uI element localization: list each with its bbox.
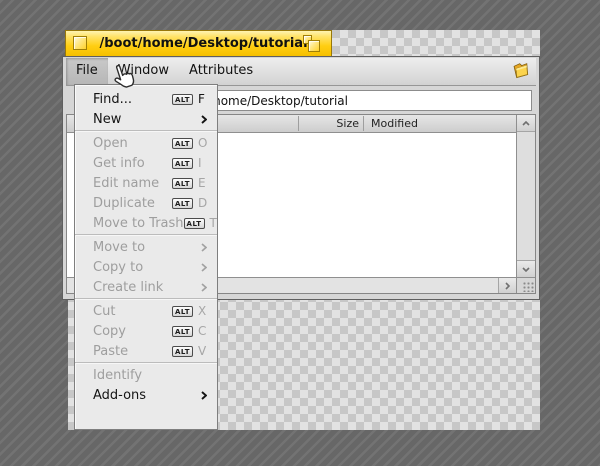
- menu-separator: [75, 362, 217, 364]
- menu-item-label: Add-ons: [93, 388, 201, 403]
- menu-item-file[interactable]: File: [66, 58, 108, 85]
- menu-item-label: Edit name: [93, 176, 172, 191]
- desktop: /boot/home/Desktop/tutorial File Window …: [0, 0, 600, 466]
- column-header-size[interactable]: Size: [299, 117, 365, 130]
- chevron-down-icon: [522, 267, 530, 272]
- scroll-up-button[interactable]: [517, 115, 535, 132]
- menu-item-label: Identify: [93, 368, 209, 383]
- menu-item-edit-name[interactable]: Edit name ALT E: [75, 173, 217, 193]
- submenu-arrow-icon: [201, 391, 207, 400]
- chevron-up-icon: [522, 121, 530, 126]
- folder-icon: [511, 61, 533, 81]
- submenu-arrow-icon: [201, 243, 207, 252]
- menu-item-get-info[interactable]: Get info ALT I: [75, 153, 217, 173]
- menu-item-window[interactable]: Window: [108, 58, 179, 85]
- menu-item-move-to-trash[interactable]: Move to Trash ALT T: [75, 213, 217, 233]
- shortcut-letter: V: [198, 344, 209, 358]
- menu-item-label: Paste: [93, 344, 172, 359]
- alt-key-badge: ALT: [172, 198, 193, 209]
- alt-key-badge: ALT: [172, 138, 193, 149]
- alt-key-badge: ALT: [172, 178, 193, 189]
- menu-item-new[interactable]: New: [75, 109, 217, 129]
- menu-item-find[interactable]: Find... ALT F: [75, 89, 217, 109]
- shortcut-letter: T: [210, 216, 218, 230]
- submenu-arrow-icon: [201, 263, 207, 272]
- menu-item-label: Find...: [93, 92, 172, 107]
- resize-corner[interactable]: [516, 277, 535, 293]
- column-divider[interactable]: [363, 116, 364, 131]
- alt-key-badge: ALT: [172, 94, 193, 105]
- menu-item-label: Copy to: [93, 260, 201, 275]
- zoom-button[interactable]: [303, 35, 323, 53]
- menu-item-label: Get info: [93, 156, 172, 171]
- shortcut-letter: E: [198, 176, 209, 190]
- window-title-tab[interactable]: /boot/home/Desktop/tutorial: [65, 30, 332, 56]
- alt-key-badge: ALT: [184, 218, 205, 229]
- chevron-right-icon: [505, 282, 510, 290]
- menu-separator: [75, 130, 217, 132]
- scroll-right-button[interactable]: [498, 278, 516, 293]
- submenu-arrow-icon: [201, 115, 207, 124]
- shortcut-letter: X: [198, 304, 209, 318]
- menu-item-add-ons[interactable]: Add-ons: [75, 385, 217, 405]
- file-menu: Find... ALT F New Open ALT O Get info AL…: [74, 84, 218, 430]
- menu-item-identify[interactable]: Identify: [75, 365, 217, 385]
- menu-item-open[interactable]: Open ALT O: [75, 133, 217, 153]
- vertical-scrollbar[interactable]: [516, 115, 535, 277]
- menu-item-move-to[interactable]: Move to: [75, 237, 217, 257]
- close-button[interactable]: [73, 36, 87, 50]
- menu-item-create-link[interactable]: Create link: [75, 277, 217, 297]
- menu-item-label: New: [93, 112, 201, 127]
- alt-key-badge: ALT: [172, 306, 193, 317]
- submenu-arrow-icon: [201, 283, 207, 292]
- alt-key-badge: ALT: [172, 346, 193, 357]
- menu-item-label: Move to: [93, 240, 201, 255]
- shortcut-letter: I: [198, 156, 209, 170]
- location-input[interactable]: [173, 90, 532, 111]
- alt-key-badge: ALT: [172, 158, 193, 169]
- menu-item-label: Cut: [93, 304, 172, 319]
- shortcut-letter: O: [198, 136, 209, 150]
- resize-grip-dots: [523, 282, 534, 292]
- menu-item-label: Open: [93, 136, 172, 151]
- menu-item-label: Copy: [93, 324, 172, 339]
- menu-separator: [75, 298, 217, 300]
- menu-separator: [75, 234, 217, 236]
- window-title: /boot/home/Desktop/tutorial: [66, 36, 331, 51]
- menu-item-label: Duplicate: [93, 196, 172, 211]
- menu-item-cut[interactable]: Cut ALT X: [75, 301, 217, 321]
- menu-item-paste[interactable]: Paste ALT V: [75, 341, 217, 361]
- menu-item-label: Create link: [93, 280, 201, 295]
- alt-key-badge: ALT: [172, 326, 193, 337]
- menu-item-label: Move to Trash: [93, 216, 184, 231]
- menu-item-copy[interactable]: Copy ALT C: [75, 321, 217, 341]
- shortcut-letter: C: [198, 324, 209, 338]
- shortcut-letter: D: [198, 196, 209, 210]
- shortcut-letter: F: [198, 92, 209, 106]
- menu-item-duplicate[interactable]: Duplicate ALT D: [75, 193, 217, 213]
- menu-item-copy-to[interactable]: Copy to: [75, 257, 217, 277]
- scroll-down-button[interactable]: [517, 260, 535, 277]
- menu-bar: File Window Attributes: [66, 58, 536, 86]
- menu-item-attributes[interactable]: Attributes: [179, 58, 263, 85]
- zoom-button-front-square: [308, 40, 320, 52]
- column-header-modified[interactable]: Modified: [371, 117, 418, 130]
